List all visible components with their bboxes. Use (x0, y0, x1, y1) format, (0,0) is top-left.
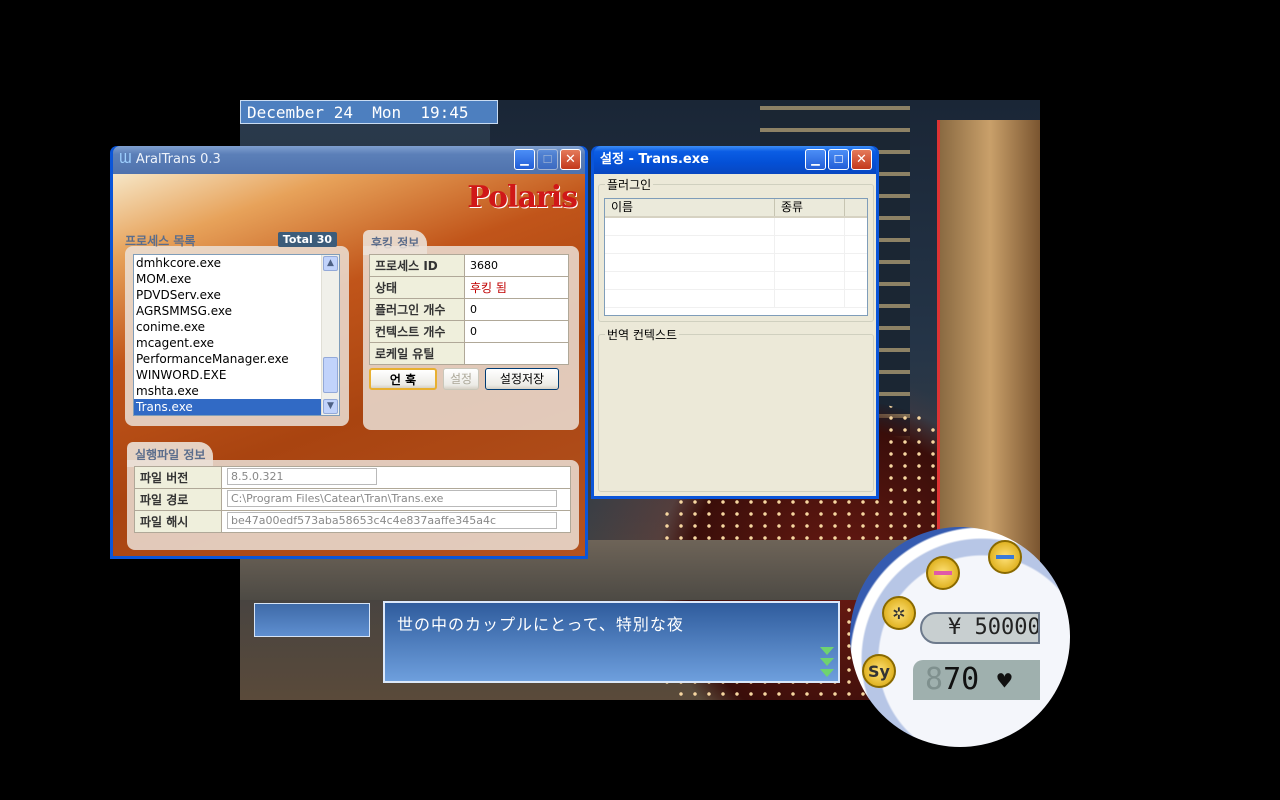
unhook-button[interactable]: 언 훅 (369, 368, 437, 390)
file-hash-label: 파일 해시 (134, 510, 222, 533)
locale-util-label: 로케일 유틸 (369, 342, 465, 365)
list-item[interactable]: PDVDServ.exe (134, 287, 339, 303)
advance-arrows-icon[interactable] (820, 644, 834, 677)
plugin-count-value: 0 (464, 298, 569, 321)
list-item[interactable]: AGRSMMSG.exe (134, 303, 339, 319)
plugin-listview[interactable]: 이름 종류 (604, 198, 868, 316)
table-row (605, 290, 867, 308)
hook-info-table: 프로세스 ID 3680 상태 후킹 됨 플러그인 개수 0 컨텍스트 개수 0 로케일… (369, 254, 569, 365)
scroll-thumb[interactable] (323, 357, 338, 393)
table-row: 로케일 유틸 (369, 342, 569, 365)
affection-display: 870 ♥ (913, 660, 1040, 700)
process-title-text: 프로세스 목록 (125, 234, 196, 248)
pink-lamp-icon[interactable] (926, 556, 960, 590)
araltrans-titlebar[interactable]: Ɯ AralTrans 0.3 ▁ ☐ ✕ (113, 146, 585, 174)
save-settings-button[interactable]: 설정저장 (485, 368, 559, 390)
table-row: 플러그인 개수 0 (369, 298, 569, 321)
settings-window-title: 설정 - Trans.exe (600, 152, 709, 167)
message-box[interactable]: 世の中のカップルにとって、特別な夜 (383, 601, 840, 683)
sy-icon[interactable]: Sy (862, 654, 896, 688)
file-path-field[interactable]: C:\Program Files\Catear\Tran\Trans.exe (227, 489, 557, 507)
context-count-label: 컨텍스트 개수 (369, 320, 465, 343)
table-row (605, 236, 867, 254)
locale-util-value (464, 342, 569, 365)
affection-dim-digit: 8 (925, 662, 944, 697)
list-item[interactable]: PerformanceManager.exe (134, 351, 339, 367)
close-button[interactable]: ✕ (560, 149, 581, 170)
file-version-field[interactable]: 8.5.0.321 (227, 467, 377, 485)
listview-header: 이름 종류 (605, 199, 867, 218)
table-row: 파일 경로 C:\Program Files\Catear\Tran\Trans.… (134, 488, 571, 511)
process-id-label: 프로세스 ID (369, 254, 465, 277)
table-row (605, 218, 867, 236)
column-type[interactable]: 종류 (775, 199, 845, 216)
process-list[interactable]: dmhkcore.exe MOM.exe PDVDServ.exe AGRSMM… (133, 254, 340, 416)
process-scrollbar[interactable]: ▲ ▼ (321, 255, 339, 415)
scroll-down-icon[interactable]: ▼ (323, 399, 338, 414)
table-row: 컨텍스트 개수 0 (369, 320, 569, 343)
money-display: ¥ 50000 (920, 612, 1040, 644)
status-value: 후킹 됨 (464, 276, 569, 299)
list-item[interactable]: MOM.exe (134, 271, 339, 287)
column-name[interactable]: 이름 (605, 199, 775, 216)
status-label: 상태 (369, 276, 465, 299)
table-row (605, 254, 867, 272)
message-text: 世の中のカップルにとって、特別な夜 (397, 615, 684, 634)
araltrans-window: Ɯ AralTrans 0.3 ▁ ☐ ✕ Polaris 프로세스 목록 To… (110, 146, 588, 559)
process-list-title: 프로세스 목록 Total 30 (125, 232, 347, 249)
sun-icon[interactable]: ✲ (882, 596, 916, 630)
maximize-button[interactable]: ☐ (828, 149, 849, 170)
table-row: 파일 해시 be47a00edf573aba58653c4c4e837aaffe3… (134, 510, 571, 533)
file-info-table: 파일 버전 8.5.0.321 파일 경로 C:\Program Files\Cat… (134, 466, 571, 533)
list-item-selected[interactable]: Trans.exe (134, 399, 339, 415)
blue-lamp-icon[interactable] (988, 540, 1022, 574)
table-row: 파일 버전 8.5.0.321 (134, 466, 571, 489)
minimize-button[interactable]: ▁ (805, 149, 826, 170)
plugin-count-label: 플러그인 개수 (369, 298, 465, 321)
date-bar: December 24 Mon 19:45 (240, 100, 498, 124)
speaker-name-box (254, 603, 370, 637)
settings-titlebar[interactable]: 설정 - Trans.exe ▁ ☐ ✕ (594, 146, 876, 174)
table-row (605, 272, 867, 290)
file-hash-field[interactable]: be47a00edf573aba58653c4c4e837aaffe345a4c (227, 511, 557, 529)
file-path-label: 파일 경로 (134, 488, 222, 511)
total-badge: Total 30 (277, 232, 337, 247)
settings-button: 설정 (443, 368, 479, 390)
list-item[interactable]: mcagent.exe (134, 335, 339, 351)
list-item[interactable]: dmhkcore.exe (134, 255, 339, 271)
close-button[interactable]: ✕ (851, 149, 872, 170)
list-item[interactable]: WINWORD.EXE (134, 367, 339, 383)
list-item[interactable]: conime.exe (134, 319, 339, 335)
butterfly-icon: Ɯ (119, 152, 132, 167)
total-count: 30 (316, 233, 332, 246)
context-group-label: 번역 컨텍스트 (607, 328, 678, 342)
context-group: 번역 컨텍스트 (598, 326, 874, 492)
list-item[interactable]: mshta.exe (134, 383, 339, 399)
scroll-up-icon[interactable]: ▲ (323, 256, 338, 271)
heart-icon: ♥ (997, 667, 1012, 695)
table-row: 상태 후킹 됨 (369, 276, 569, 299)
window-title: AralTrans 0.3 (135, 152, 221, 167)
minimize-button[interactable]: ▁ (514, 149, 535, 170)
plugins-group-label: 플러그인 (607, 178, 652, 192)
process-id-value: 3680 (464, 254, 569, 277)
table-row: 프로세스 ID 3680 (369, 254, 569, 277)
affection-value: 70 (943, 662, 980, 697)
total-label: Total (282, 233, 313, 246)
araltrans-client: Polaris 프로세스 목록 Total 30 dmhkcore.exe MO… (113, 174, 585, 556)
polaris-logo: Polaris (467, 180, 578, 215)
file-version-label: 파일 버전 (134, 466, 222, 489)
settings-window: 설정 - Trans.exe ▁ ☐ ✕ 플러그인 이름 종류 번역 컨텍스트 (591, 146, 879, 499)
settings-client: 플러그인 이름 종류 번역 컨텍스트 (594, 174, 876, 496)
context-count-value: 0 (464, 320, 569, 343)
maximize-button: ☐ (537, 149, 558, 170)
